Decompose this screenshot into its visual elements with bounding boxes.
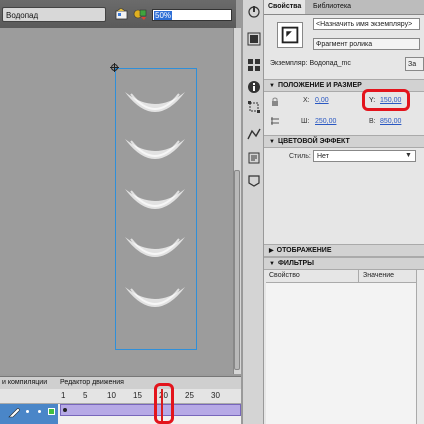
motion-tween-span[interactable] [60, 404, 241, 416]
width-value[interactable]: 250,00 [315, 118, 336, 125]
lock-dot[interactable] [38, 410, 41, 413]
swatches-icon[interactable] [247, 58, 261, 72]
column-value: Значение [358, 270, 394, 282]
edit-scene-icon[interactable] [133, 8, 147, 20]
link-icon[interactable] [270, 116, 280, 126]
water-droplet [125, 287, 185, 307]
collapse-triangle-icon: ▼ [269, 83, 275, 89]
water-droplet [125, 139, 185, 159]
collapse-triangle-icon: ▼ [269, 261, 275, 267]
zoom-field[interactable]: 50% [152, 9, 232, 21]
x-value[interactable]: 0,00 [315, 97, 329, 104]
instance-name-input[interactable]: <Назначить имя экземпляру> [313, 18, 420, 30]
tab-library[interactable]: Библиотека [309, 0, 355, 14]
panel-tab-bar: Свойства Библиотека [264, 0, 424, 15]
layer-controls[interactable] [0, 404, 58, 424]
movieclip-symbol-icon [277, 22, 303, 48]
style-select[interactable]: Нет [313, 150, 416, 162]
transform-icon[interactable] [247, 100, 261, 114]
keyframe-dot [63, 408, 67, 412]
motion-presets-icon[interactable] [247, 127, 261, 141]
edit-symbol-icon[interactable] [115, 8, 129, 20]
instance-label: Экземпляр: Водопад_mc [270, 60, 351, 67]
x-label: X: [303, 97, 310, 104]
history-icon[interactable] [247, 151, 261, 165]
stage-scroll-thumb[interactable] [234, 170, 240, 370]
zoom-value: 50% [154, 11, 173, 20]
water-droplet [125, 189, 185, 209]
frame-number: 30 [211, 391, 220, 400]
pencil-icon[interactable] [8, 408, 20, 418]
instance-type-select[interactable]: Фрагмент ролика [313, 38, 420, 50]
expand-triangle-icon: ▶ [269, 248, 274, 254]
timeline-tabs: и компиляции Редактор движения [0, 376, 241, 390]
height-label: В: [369, 118, 376, 125]
lock-proportions-icon[interactable] [270, 97, 280, 107]
color-picker-icon[interactable] [247, 5, 261, 19]
section-color-effect[interactable]: ▼ ЦВЕТОВОЙ ЭФФЕКТ [264, 135, 424, 148]
height-value[interactable]: 850,00 [380, 118, 401, 125]
collapse-triangle-icon: ▼ [269, 139, 275, 145]
water-droplet [125, 237, 185, 257]
panel-scrollbar[interactable] [416, 270, 424, 424]
section-display[interactable]: ▶ ОТОБРАЖЕНИЕ [264, 244, 424, 257]
column-property: Свойство [269, 272, 300, 279]
align-icon[interactable] [247, 32, 261, 46]
visibility-dot[interactable] [26, 410, 29, 413]
water-droplet [125, 92, 185, 112]
swap-button[interactable]: За [405, 57, 424, 71]
y-value-highlight [362, 89, 410, 111]
panel-icon-strip [242, 0, 264, 424]
components-icon[interactable] [247, 174, 261, 188]
width-label: Ш: [301, 118, 310, 125]
registration-point [110, 63, 119, 72]
outline-color-icon[interactable] [48, 408, 55, 415]
frame-number: 1 [61, 391, 66, 400]
info-icon[interactable] [247, 80, 261, 94]
instance-value: Водопад_mc [309, 60, 351, 67]
scene-name-field[interactable]: Водопад [2, 7, 106, 22]
frame-number: 15 [133, 391, 142, 400]
frame-20-highlight [154, 383, 174, 424]
section-filters[interactable]: ▼ ФИЛЬТРЫ [264, 257, 424, 270]
frame-number: 10 [107, 391, 116, 400]
filter-table-header: Свойство Значение [266, 270, 416, 283]
filter-list[interactable] [266, 283, 416, 424]
frame-number: 5 [83, 391, 88, 400]
chevron-down-icon[interactable]: ▼ [405, 152, 412, 159]
frame-ruler[interactable]: 1 5 10 15 20 25 30 [0, 389, 241, 404]
tab-motion-editor[interactable]: Редактор движения [58, 377, 126, 389]
tab-compiler-errors[interactable]: и компиляции [0, 377, 49, 389]
tab-properties[interactable]: Свойства [264, 0, 306, 14]
frame-number: 25 [185, 391, 194, 400]
style-label: Стиль: [289, 153, 311, 160]
